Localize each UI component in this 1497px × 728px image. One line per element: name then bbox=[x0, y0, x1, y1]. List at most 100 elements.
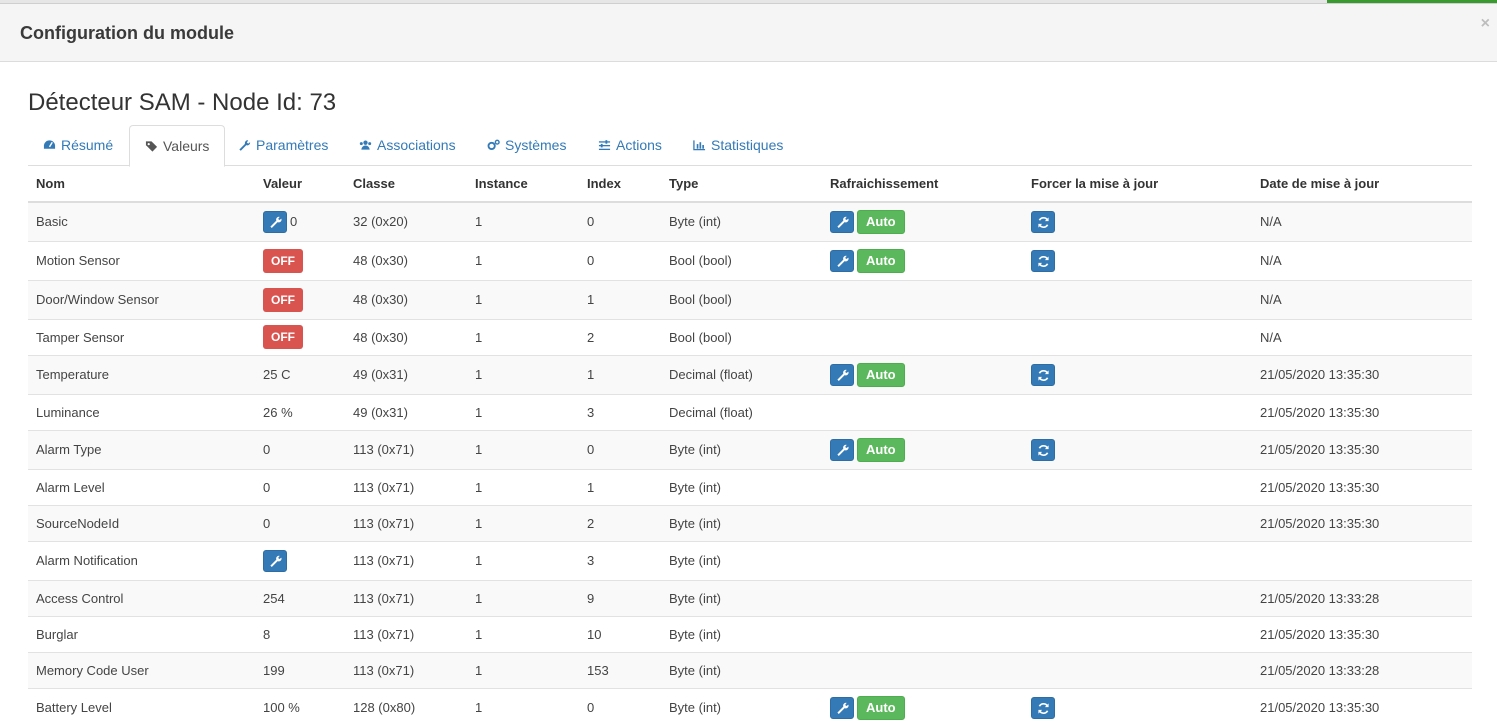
table-row: Door/Window Sensor OFF 48 (0x30) 1 1 Bool (bo… bbox=[28, 279, 1472, 319]
tab-systemes[interactable]: Systèmes bbox=[472, 125, 581, 166]
column-header-rafraichissement[interactable]: Rafraichissement bbox=[822, 166, 1023, 203]
cell-instance: 1 bbox=[467, 279, 579, 319]
tab-resume[interactable]: Résumé bbox=[28, 125, 128, 166]
cell-date: 21/05/2020 13:35:30 bbox=[1252, 468, 1472, 505]
cell-rafraichissement: Auto bbox=[822, 201, 1023, 241]
tab-associations[interactable]: Associations bbox=[344, 125, 471, 166]
cell-classe: 49 (0x31) bbox=[345, 354, 467, 394]
tab-label: Résumé bbox=[61, 137, 114, 153]
cell-valeur: OFF bbox=[255, 279, 345, 319]
cell-valeur: 100 % bbox=[255, 687, 345, 727]
value-text: 0 bbox=[263, 442, 271, 457]
force-update-button[interactable] bbox=[1031, 210, 1055, 233]
cell-forcer bbox=[1023, 504, 1252, 541]
cell-type: Byte (int) bbox=[661, 468, 822, 505]
tab-label: Paramètres bbox=[256, 137, 329, 153]
force-update-button[interactable] bbox=[1031, 363, 1055, 386]
tab-label: Associations bbox=[377, 137, 456, 153]
cell-date: 21/05/2020 13:35:30 bbox=[1252, 615, 1472, 652]
value-text: 0 bbox=[263, 479, 271, 495]
cell-index: 9 bbox=[579, 579, 661, 616]
cell-type: Byte (int) bbox=[661, 615, 822, 652]
cell-date: 21/05/2020 13:35:30 bbox=[1252, 504, 1472, 541]
edit-value-button[interactable] bbox=[263, 210, 287, 233]
off-badge: OFF bbox=[263, 325, 303, 349]
off-badge: OFF bbox=[263, 248, 303, 273]
dashboard-icon bbox=[43, 139, 57, 151]
cell-type: Bool (bool) bbox=[661, 279, 822, 319]
cell-nom: Luminance bbox=[28, 393, 255, 430]
tab-parametres[interactable]: Paramètres bbox=[223, 125, 343, 166]
auto-refresh-button[interactable]: Auto bbox=[857, 362, 905, 387]
cell-classe: 32 (0x20) bbox=[345, 201, 467, 241]
cell-classe: 113 (0x71) bbox=[345, 540, 467, 580]
cell-rafraichissement: Auto bbox=[822, 354, 1023, 394]
column-header-date[interactable]: Date de mise à jour bbox=[1252, 166, 1472, 203]
cell-nom: Access Control bbox=[28, 579, 255, 616]
value-text: 100 % bbox=[263, 700, 300, 716]
column-header-forcer[interactable]: Forcer la mise à jour bbox=[1023, 166, 1252, 203]
column-header-valeur[interactable]: Valeur bbox=[255, 166, 345, 203]
auto-refresh-button[interactable]: Auto bbox=[857, 248, 905, 273]
configure-refresh-button[interactable] bbox=[830, 363, 854, 386]
cell-type: Byte (int) bbox=[661, 540, 822, 580]
cell-instance: 1 bbox=[467, 651, 579, 688]
configure-refresh-button[interactable] bbox=[830, 696, 854, 719]
tab-label: Actions bbox=[616, 137, 662, 153]
column-header-classe[interactable]: Classe bbox=[345, 166, 467, 203]
cell-nom: Burglar bbox=[28, 615, 255, 652]
tab-actions[interactable]: Actions bbox=[583, 125, 677, 166]
edit-value-button[interactable] bbox=[263, 549, 287, 572]
table-row: Temperature 25 C 49 (0x31) 1 1 Decimal (float… bbox=[28, 354, 1472, 394]
close-icon[interactable]: × bbox=[1481, 15, 1490, 33]
configure-refresh-button[interactable] bbox=[830, 249, 854, 272]
table-row: Access Control 254 113 (0x71) 1 9 Byte (int) 2… bbox=[28, 579, 1472, 616]
table-row: Burglar 8 113 (0x71) 1 10 Byte (int) 21/05/202… bbox=[28, 615, 1472, 652]
cell-valeur: 0 bbox=[255, 201, 345, 241]
cell-classe: 113 (0x71) bbox=[345, 429, 467, 469]
cell-forcer bbox=[1023, 651, 1252, 688]
cell-classe: 128 (0x80) bbox=[345, 687, 467, 727]
cell-valeur: 26 % bbox=[255, 393, 345, 430]
cell-type: Byte (int) bbox=[661, 579, 822, 616]
value-text: 254 bbox=[263, 590, 285, 606]
sliders-icon bbox=[598, 139, 612, 151]
cell-nom: Motion Sensor bbox=[28, 240, 255, 280]
cell-date: 21/05/2020 13:35:30 bbox=[1252, 354, 1472, 394]
tab-valeurs[interactable]: Valeurs bbox=[129, 125, 226, 167]
auto-refresh-button[interactable]: Auto bbox=[857, 695, 905, 720]
cell-classe: 48 (0x30) bbox=[345, 318, 467, 355]
force-update-button[interactable] bbox=[1031, 438, 1055, 461]
cell-index: 1 bbox=[579, 354, 661, 394]
auto-refresh-button[interactable]: Auto bbox=[857, 437, 905, 462]
auto-refresh-button[interactable]: Auto bbox=[857, 209, 905, 234]
cell-forcer bbox=[1023, 240, 1252, 280]
cell-forcer bbox=[1023, 579, 1252, 616]
configure-refresh-button[interactable] bbox=[830, 210, 854, 233]
cell-rafraichissement bbox=[822, 393, 1023, 430]
cell-type: Decimal (float) bbox=[661, 354, 822, 394]
column-header-nom[interactable]: Nom bbox=[28, 166, 255, 203]
cell-instance: 1 bbox=[467, 468, 579, 505]
cell-index: 0 bbox=[579, 240, 661, 280]
cell-type: Bool (bool) bbox=[661, 240, 822, 280]
column-header-index[interactable]: Index bbox=[579, 166, 661, 203]
column-header-instance[interactable]: Instance bbox=[467, 166, 579, 203]
cell-instance: 1 bbox=[467, 240, 579, 280]
cell-forcer bbox=[1023, 201, 1252, 241]
table-row: SourceNodeId 0 113 (0x71) 1 2 Byte (int) 21/05… bbox=[28, 504, 1472, 541]
cell-forcer bbox=[1023, 393, 1252, 430]
page-title: Détecteur SAM - Node Id: 73 bbox=[28, 89, 337, 116]
cell-date: N/A bbox=[1252, 318, 1472, 355]
tab-statistiques[interactable]: Statistiques bbox=[678, 125, 798, 166]
cell-rafraichissement bbox=[822, 579, 1023, 616]
cell-classe: 49 (0x31) bbox=[345, 393, 467, 430]
value-text: 26 % bbox=[263, 404, 293, 420]
cell-rafraichissement bbox=[822, 279, 1023, 319]
value-text: 199 bbox=[263, 662, 285, 678]
table-row: Basic 0 32 (0x20) 1 0 Byte (int) Auto N/A bbox=[28, 201, 1472, 241]
force-update-button[interactable] bbox=[1031, 696, 1055, 719]
configure-refresh-button[interactable] bbox=[830, 438, 854, 461]
force-update-button[interactable] bbox=[1031, 249, 1055, 272]
column-header-type[interactable]: Type bbox=[661, 166, 822, 203]
